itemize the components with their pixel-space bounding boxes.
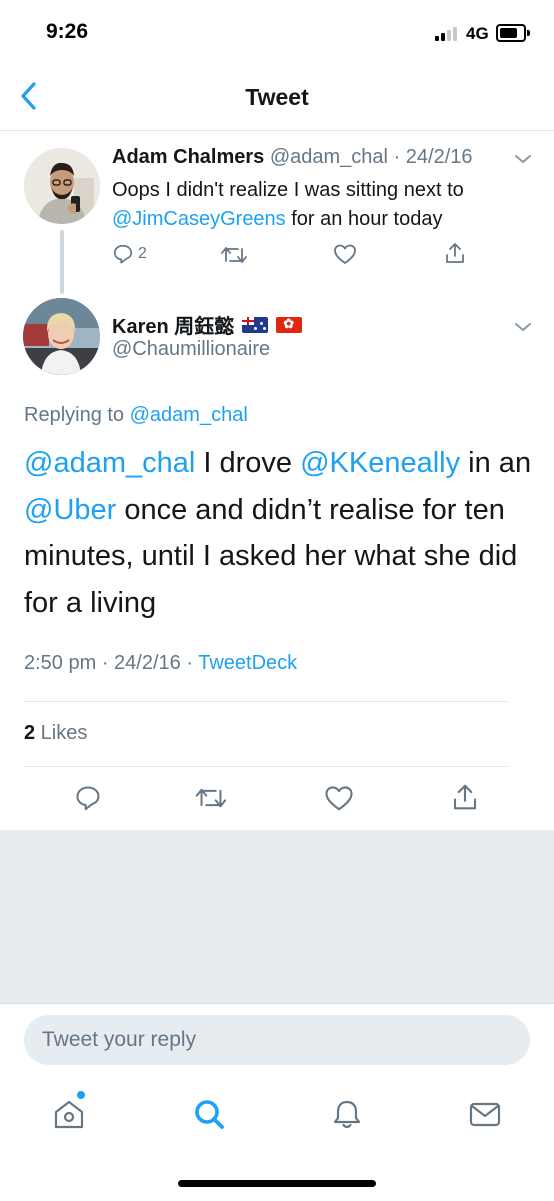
reply-icon (76, 786, 100, 811)
parent-tweet-menu[interactable] (514, 152, 532, 164)
like-button[interactable] (324, 784, 354, 812)
mail-icon (469, 1102, 501, 1127)
tweet-source-link[interactable]: TweetDeck (198, 652, 297, 674)
reply-count: 2 (138, 245, 147, 262)
status-bar: 9:26 4G (0, 0, 554, 64)
chevron-down-icon (515, 323, 531, 331)
likes-count-link[interactable]: 2 Likes (24, 722, 87, 745)
text-before: Oops I didn't realize I was sitting next… (112, 179, 464, 201)
parent-tweet-header: Adam Chalmers @adam_chal · 24/2/16 (112, 146, 473, 169)
share-icon (453, 784, 477, 810)
replying-to: Replying to @adam_chal (24, 404, 248, 427)
page-title: Tweet (245, 84, 309, 110)
flag-hong-kong-icon (276, 316, 303, 333)
reply-button[interactable] (74, 784, 102, 812)
flag-australia-icon (242, 316, 269, 333)
status-time: 9:26 (46, 20, 89, 43)
home-indicator (178, 1180, 376, 1187)
chevron-down-icon (515, 155, 531, 163)
author-handle[interactable]: @Chaumillionaire (112, 338, 270, 361)
tweet-date: · 24/2/16 · (101, 652, 193, 674)
mention-link[interactable]: @Uber (24, 494, 116, 526)
bell-icon (333, 1100, 361, 1129)
author-handle[interactable]: @adam_chal (270, 146, 388, 168)
retweet-button[interactable] (194, 785, 228, 811)
new-content-indicator (77, 1091, 85, 1099)
tab-home[interactable] (49, 1094, 89, 1134)
share-icon (446, 243, 464, 263)
retweet-icon (221, 247, 247, 263)
divider (24, 766, 508, 767)
empty-replies-area (0, 830, 554, 1003)
network-type: 4G (466, 24, 489, 43)
tweet-time: 2:50 pm (24, 652, 97, 674)
thread-connector-line (60, 230, 64, 294)
tweet-date: · 24/2/16 (393, 146, 473, 168)
search-icon (195, 1100, 224, 1129)
likes-label: Likes (35, 722, 88, 744)
reply-icon (113, 244, 133, 264)
reply-input[interactable]: Tweet your reply (24, 1015, 530, 1065)
text-after: for an hour today (285, 208, 443, 230)
author-name[interactable]: Adam Chalmers (112, 146, 264, 168)
mention-link[interactable]: @JimCaseyGreens (112, 208, 286, 230)
avatar-adam-chalmers[interactable] (24, 148, 100, 224)
tab-notifications[interactable] (327, 1094, 367, 1134)
share-button[interactable] (450, 782, 480, 812)
heart-icon (334, 244, 356, 264)
signal-strength-icon (435, 25, 463, 41)
reply-placeholder: Tweet your reply (42, 1028, 197, 1051)
home-icon (54, 1100, 84, 1129)
parent-tweet-text: Oops I didn't realize I was sitting next… (112, 176, 532, 234)
likes-number: 2 (24, 722, 36, 744)
author-name[interactable]: Karen 周鈺懿 (112, 310, 234, 339)
main-tweet-menu[interactable] (514, 320, 532, 332)
retweet-button[interactable] (220, 244, 248, 266)
mention-link[interactable]: @KKeneally (300, 447, 460, 479)
tab-messages[interactable] (465, 1094, 505, 1134)
replying-handle-link[interactable]: @adam_chal (130, 404, 248, 426)
text-segment: I drove (195, 447, 301, 479)
battery-icon (496, 24, 530, 42)
avatar-karen[interactable] (23, 298, 100, 375)
main-tweet-author: Karen 周鈺懿 (112, 310, 303, 339)
tweet-meta: 2:50 pm · 24/2/16 · TweetDeck (24, 652, 297, 675)
divider (24, 701, 508, 702)
like-button[interactable] (333, 243, 357, 265)
navigation-bar: Tweet (0, 64, 554, 131)
replying-label: Replying to (24, 404, 130, 426)
heart-icon (325, 786, 353, 811)
main-tweet-text: @adam_chal I drove @KKeneally in an @Ube… (24, 440, 534, 626)
text-segment: in an (460, 447, 532, 479)
tab-search[interactable] (189, 1094, 229, 1134)
retweet-icon (195, 788, 227, 808)
share-button[interactable] (443, 241, 467, 265)
mention-link[interactable]: @adam_chal (24, 447, 195, 479)
reply-button[interactable]: 2 (112, 243, 147, 265)
